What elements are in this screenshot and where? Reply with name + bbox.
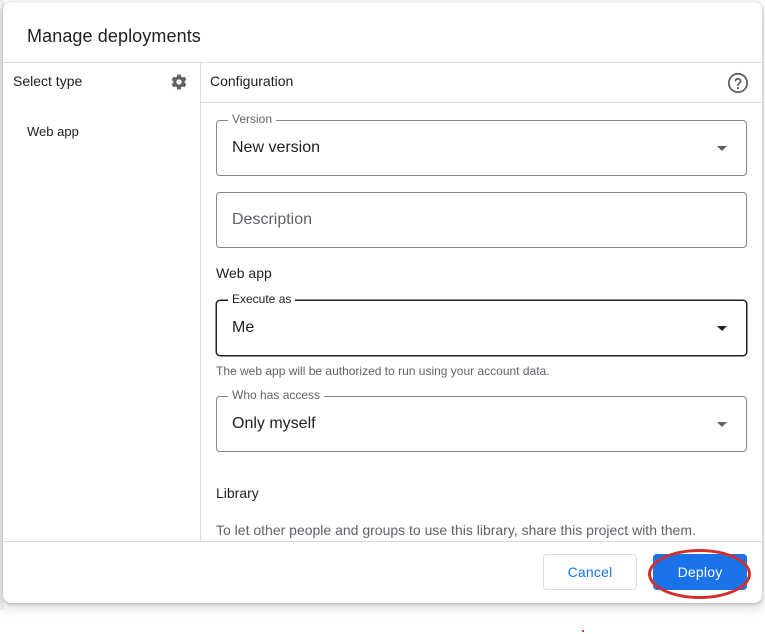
dialog-title: Manage deployments [27,26,201,46]
chevron-down-icon [717,146,727,151]
chevron-down-icon [717,326,727,331]
help-circle-icon[interactable] [727,72,749,94]
annotation-dot [582,630,584,632]
description-input[interactable]: Description [216,192,747,248]
execute-as-value: Me [232,319,255,336]
select-type-header: Select type [13,73,83,89]
version-select[interactable]: Version New version [216,112,747,176]
panel-divider [200,62,201,541]
library-section-title: Library [216,485,259,501]
type-item-web-app[interactable]: Web app [27,124,79,139]
version-value: New version [232,139,321,156]
config-header-divider [201,102,762,103]
manage-deployments-dialog: Manage deployments Select type Web app C… [3,2,762,603]
chevron-down-icon [717,422,727,427]
execute-as-select[interactable]: Execute as Me [216,292,747,356]
version-label: Version [228,112,277,126]
who-has-access-value: Only myself [232,415,316,432]
who-has-access-select[interactable]: Who has access Only myself [216,388,747,452]
description-placeholder: Description [232,211,313,228]
cancel-button[interactable]: Cancel [543,554,637,590]
footer-divider [3,541,762,542]
execute-as-hint: The web app will be authorized to run us… [216,364,550,378]
deploy-highlight-annotation [648,549,751,599]
header-divider [3,62,762,63]
configuration-header: Configuration [210,73,294,89]
gear-icon[interactable] [170,73,188,91]
library-description: To let other people and groups to use th… [216,522,696,538]
who-has-access-label: Who has access [228,388,325,402]
execute-as-label: Execute as [228,292,296,306]
web-app-section-title: Web app [216,265,272,281]
